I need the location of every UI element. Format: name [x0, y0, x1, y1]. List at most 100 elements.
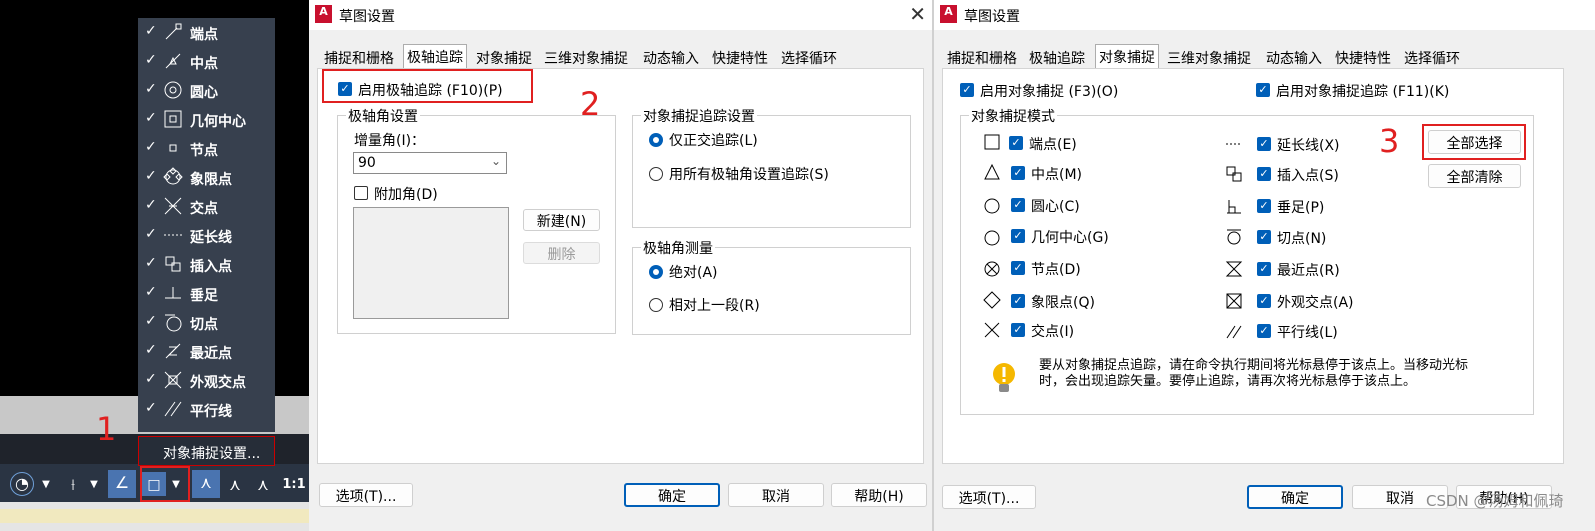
triangle-icon	[984, 163, 1000, 180]
new-angle-button[interactable]: 新建(N)	[523, 209, 600, 231]
menu-item-tangent[interactable]: ✓ 切点	[138, 308, 275, 337]
menu-item-center[interactable]: ✓ 圆心	[138, 76, 275, 105]
center-label: 圆心(C)	[1031, 199, 1080, 215]
midpoint-checkbox[interactable]: ✓	[1011, 166, 1025, 180]
annotation-visibility-icon[interactable]: ⋏	[192, 470, 220, 498]
tab-dynamic-input[interactable]: 动态输入	[1263, 46, 1325, 68]
intersection-checkbox[interactable]: ✓	[1011, 323, 1025, 337]
tab-snap-grid[interactable]: 捕捉和栅格	[944, 46, 1020, 68]
close-icon[interactable]: ✕	[909, 2, 926, 26]
node-label: 节点(D)	[1031, 262, 1081, 278]
options-button[interactable]: 选项(T)...	[942, 485, 1036, 509]
cancel-button[interactable]: 取消	[728, 483, 824, 507]
help-button[interactable]: 帮助(H)	[831, 483, 927, 507]
enable-polar-label: 启用极轴追踪 (F10)(P)	[358, 83, 503, 99]
tab-polar-tracking[interactable]: 极轴追踪	[403, 44, 467, 68]
check-icon: ✓	[145, 23, 157, 39]
quadrant-checkbox[interactable]: ✓	[1011, 294, 1025, 308]
menu-item-label: 垂足	[190, 288, 218, 304]
tab-object-snap[interactable]: 对象捕捉	[1095, 44, 1159, 68]
delete-angle-button[interactable]: 删除	[523, 242, 600, 264]
menu-item-perpendicular[interactable]: ✓ 垂足	[138, 279, 275, 308]
node-checkbox[interactable]: ✓	[1011, 261, 1025, 275]
menu-item-midpoint[interactable]: ✓ 中点	[138, 47, 275, 76]
chevron-down-icon[interactable]: ▼	[38, 472, 54, 498]
annotation-scale-icon[interactable]: ⋏	[250, 472, 276, 498]
osnap-settings-menu-item[interactable]: 对象捕捉设置...	[138, 436, 275, 466]
tab-3d-object-snap[interactable]: 三维对象捕捉	[541, 46, 631, 68]
menu-item-intersection[interactable]: ✓ 交点	[138, 192, 275, 221]
endpoint-label: 端点(E)	[1029, 137, 1077, 153]
additional-angle-checkbox[interactable]	[354, 186, 368, 200]
relative-radio[interactable]	[649, 298, 663, 312]
menu-item-nearest[interactable]: ✓ 最近点	[138, 337, 275, 366]
parallel-checkbox[interactable]: ✓	[1257, 324, 1271, 338]
menu-item-apparent-intersection[interactable]: ✓ 外观交点	[138, 366, 275, 395]
menu-item-label: 交点	[190, 201, 218, 217]
tab-snap-grid[interactable]: 捕捉和栅格	[321, 46, 397, 68]
menu-item-quadrant[interactable]: ✓ 象限点	[138, 163, 275, 192]
chevron-down-icon[interactable]: ▼	[86, 472, 102, 498]
tab-strip: 捕捉和栅格 极轴追踪 对象捕捉 三维对象捕捉 动态输入 快捷特性 选择循环	[319, 44, 919, 68]
perpendicular-label: 垂足(P)	[1277, 200, 1325, 216]
auto-scale-icon[interactable]: ⋏	[222, 472, 248, 498]
menu-item-label: 象限点	[190, 172, 232, 188]
extension-label: 延长线(X)	[1277, 138, 1340, 154]
menu-item-parallel[interactable]: ✓ 平行线	[138, 395, 275, 424]
enable-tracking-checkbox[interactable]: ✓	[1256, 83, 1270, 97]
menu-item-geometric-center[interactable]: ✓ 几何中心	[138, 105, 275, 134]
tangent-checkbox[interactable]: ✓	[1257, 230, 1271, 244]
enable-polar-checkbox[interactable]: ✓	[338, 82, 352, 96]
scale-readout[interactable]: 1:1	[280, 472, 308, 498]
nearest-label: 最近点(R)	[1277, 263, 1340, 279]
perpendicular-icon	[1227, 200, 1241, 214]
ok-button[interactable]: 确定	[624, 483, 720, 507]
increment-angle-select[interactable]: 90 ⌄	[353, 152, 507, 174]
extension-checkbox[interactable]: ✓	[1257, 137, 1271, 151]
perpendicular-checkbox[interactable]: ✓	[1257, 199, 1271, 213]
tab-3d-object-snap[interactable]: 三维对象捕捉	[1164, 46, 1254, 68]
intersection-icon	[164, 197, 182, 215]
additional-angle-list[interactable]	[353, 207, 509, 319]
check-icon: ✓	[145, 371, 157, 387]
absolute-radio[interactable]	[649, 265, 663, 279]
enable-osnap-checkbox[interactable]: ✓	[960, 83, 974, 97]
menu-item-node[interactable]: ✓ 节点	[138, 134, 275, 163]
isometric-icon[interactable]: ⟊	[60, 472, 86, 498]
center-checkbox[interactable]: ✓	[1011, 198, 1025, 212]
menu-item-label: 延长线	[190, 230, 232, 246]
tab-selection-cycling[interactable]: 选择循环	[778, 46, 840, 68]
nearest-checkbox[interactable]: ✓	[1257, 262, 1271, 276]
menu-item-endpoint[interactable]: ✓ 端点	[138, 18, 275, 47]
drafting-settings-dialog-polar: A 草图设置 ✕ 捕捉和栅格 极轴追踪 对象捕捉 三维对象捕捉 动态输入 快捷特…	[309, 0, 932, 531]
ortho-only-radio[interactable]	[649, 133, 663, 147]
annotation-number-1: 1	[96, 410, 117, 448]
absolute-label: 绝对(A)	[669, 265, 718, 281]
menu-item-label: 最近点	[190, 346, 232, 362]
menu-item-insertion[interactable]: ✓ 插入点	[138, 250, 275, 279]
all-polar-radio[interactable]	[649, 167, 663, 181]
tab-quick-properties[interactable]: 快捷特性	[1332, 46, 1394, 68]
tab-dynamic-input[interactable]: 动态输入	[640, 46, 702, 68]
tab-polar-tracking[interactable]: 极轴追踪	[1026, 46, 1088, 68]
object-snap-icon[interactable]: □	[142, 472, 166, 496]
geometric-center-checkbox[interactable]: ✓	[1011, 229, 1025, 243]
chevron-down-icon[interactable]: ▼	[168, 472, 184, 498]
endpoint-checkbox[interactable]: ✓	[1009, 136, 1023, 150]
options-button[interactable]: 选项(T)...	[319, 483, 413, 507]
insertion-checkbox[interactable]: ✓	[1257, 167, 1271, 181]
insertion-icon	[165, 256, 181, 272]
select-all-button[interactable]: 全部选择	[1428, 130, 1521, 154]
apparent-intersection-checkbox[interactable]: ✓	[1257, 294, 1271, 308]
tab-quick-properties[interactable]: 快捷特性	[709, 46, 771, 68]
menu-item-extension[interactable]: ✓ 延长线	[138, 221, 275, 250]
clear-all-button[interactable]: 全部清除	[1428, 164, 1521, 188]
polar-tracking-icon[interactable]: ◔	[10, 472, 34, 496]
ok-button[interactable]: 确定	[1247, 485, 1343, 509]
menu-item-label: 圆心	[190, 85, 218, 101]
object-snap-tracking-icon[interactable]: ∠	[108, 470, 136, 498]
insertion-label: 插入点(S)	[1277, 168, 1339, 184]
tab-panel: ✓ 启用对象捕捉 (F3)(O) ✓ 启用对象捕捉追踪 (F11)(K) 对象捕…	[942, 68, 1564, 464]
tab-selection-cycling[interactable]: 选择循环	[1401, 46, 1463, 68]
tab-object-snap[interactable]: 对象捕捉	[473, 46, 535, 68]
